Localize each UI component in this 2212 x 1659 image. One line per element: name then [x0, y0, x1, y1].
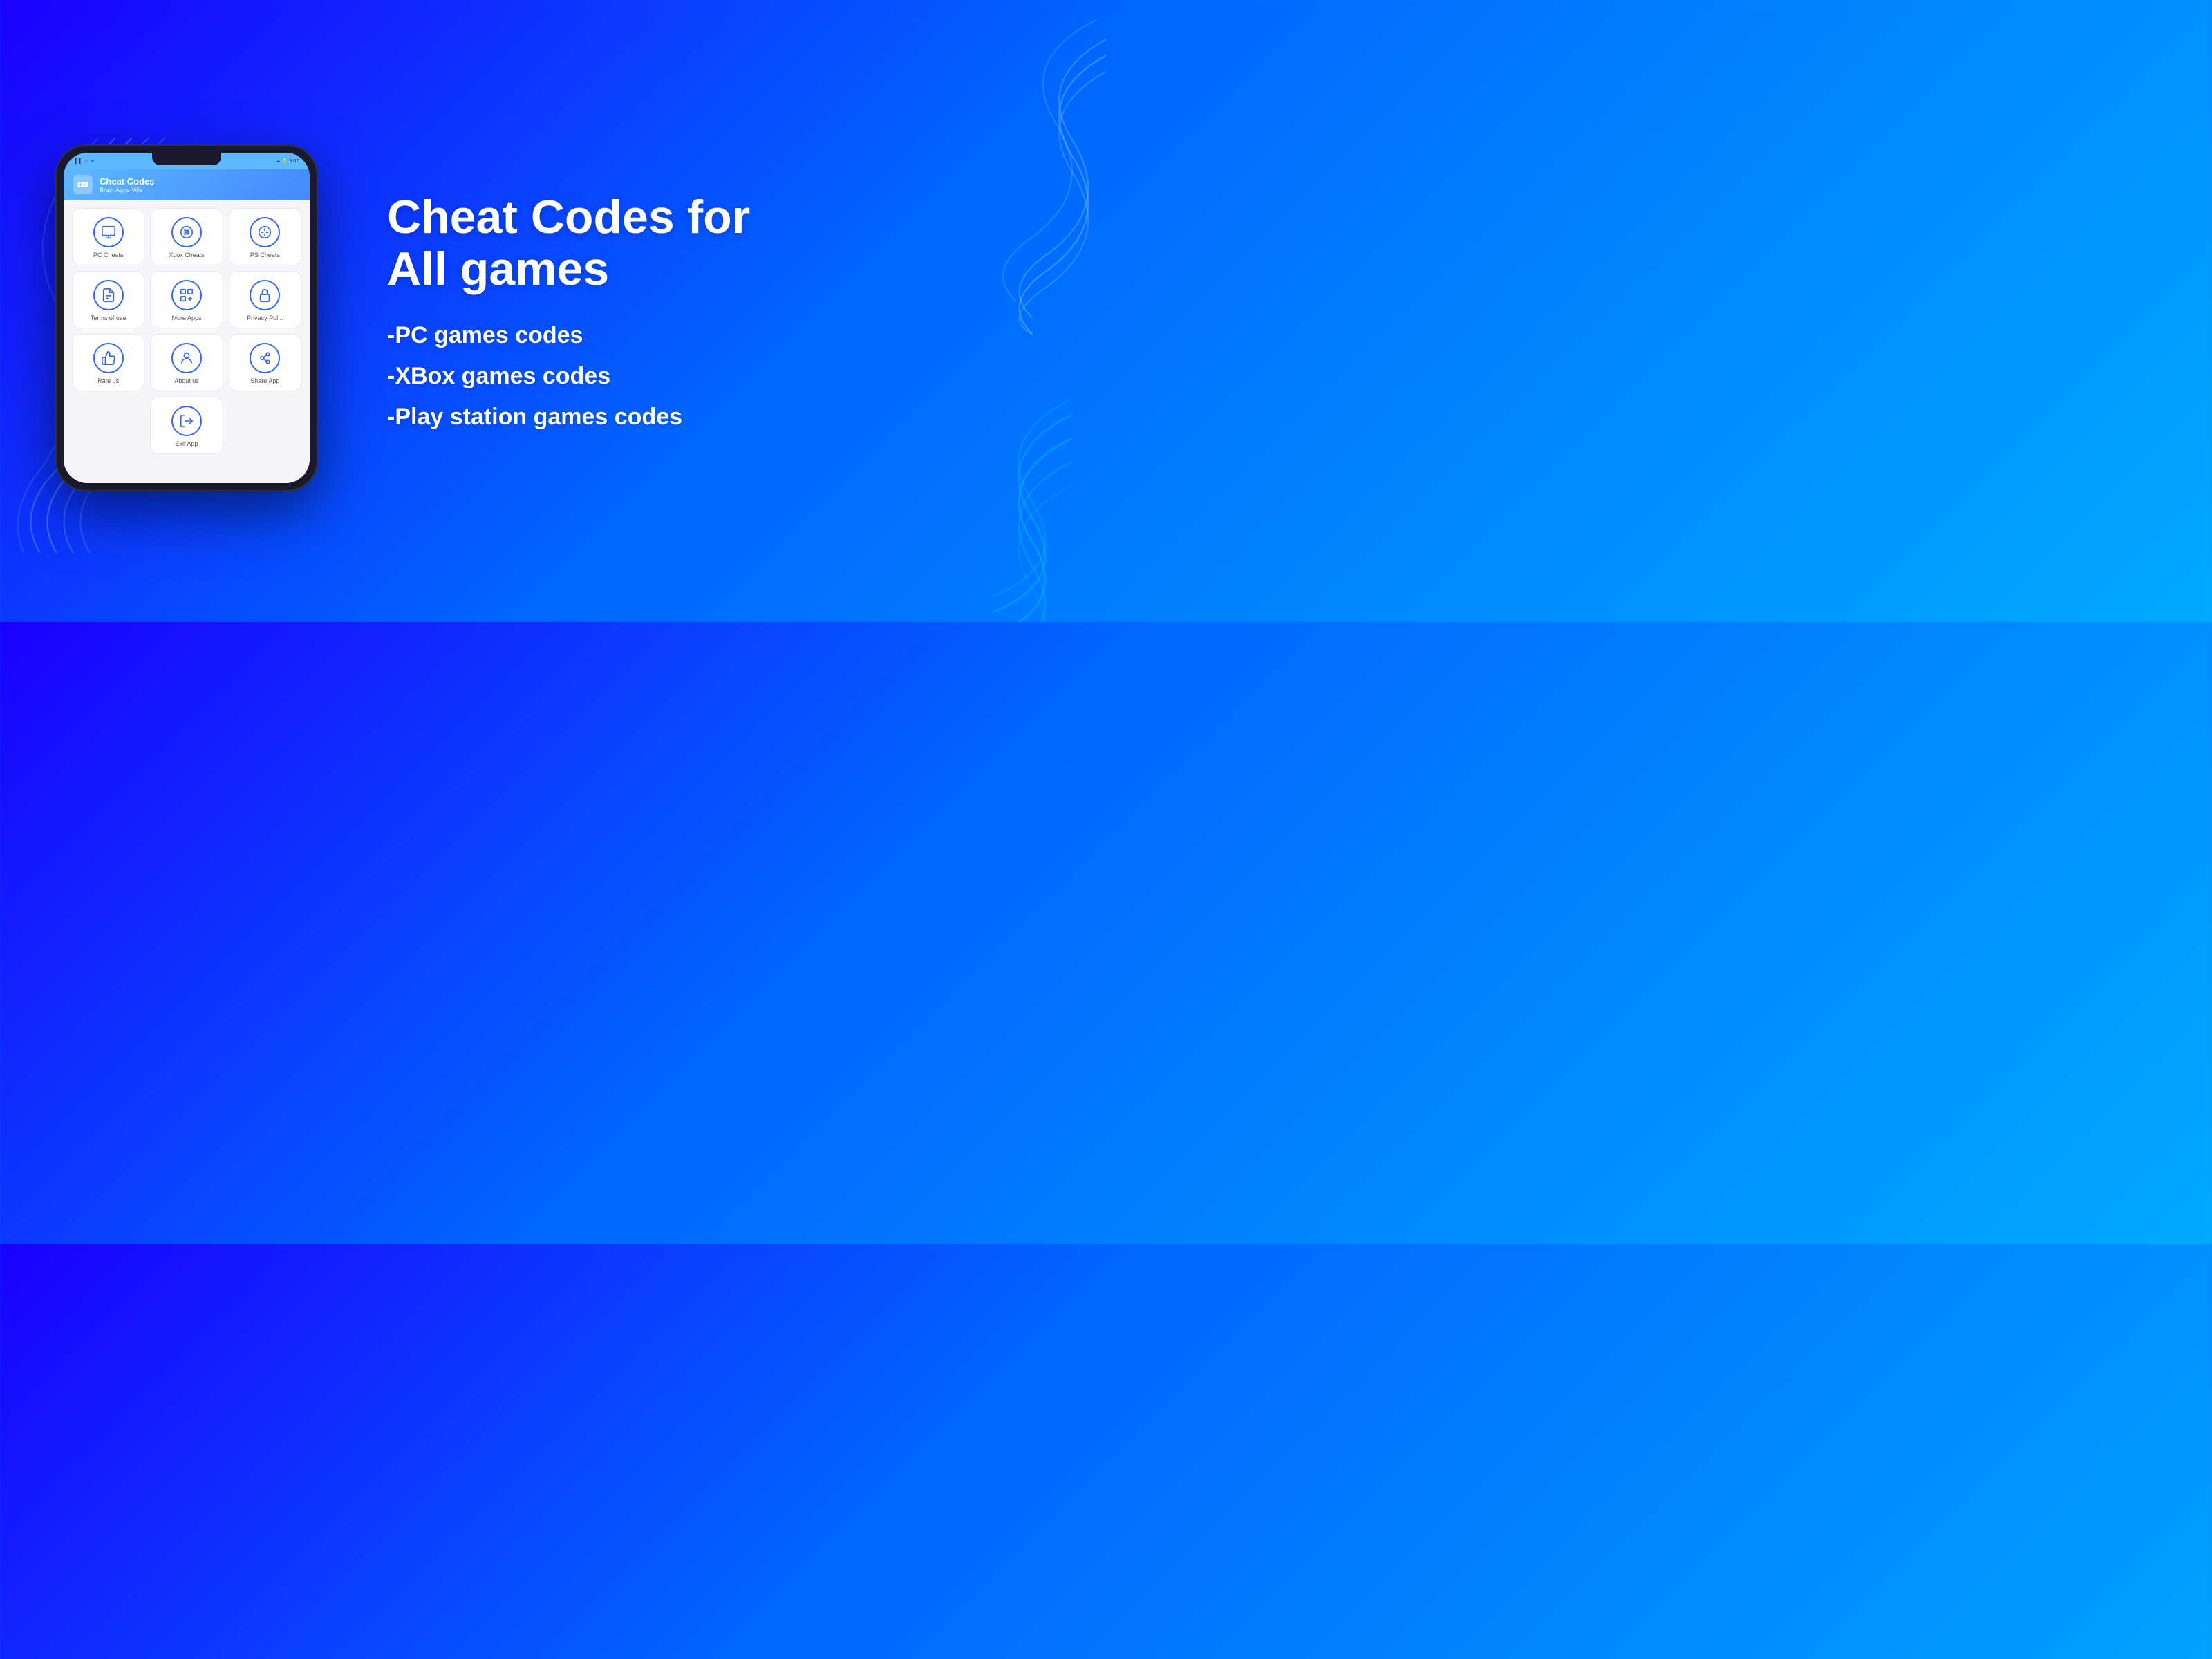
menu-item-more-apps[interactable]: More Apps: [150, 271, 223, 328]
feature-list: -PC games codes -XBox games codes -Play …: [387, 322, 1051, 431]
more-apps-label: More Apps: [171, 315, 201, 322]
pc-cheats-label: PC Cheats: [93, 252, 124, 259]
status-bar-right: ☁ 🔋 9:07: [276, 158, 299, 164]
phone-mockup: ▌▌ ⌂ ≋ ☁ 🔋 9:07 Cheat Codes: [55, 144, 318, 491]
app-header: Cheat Codes Brain Apps Ville: [64, 169, 310, 200]
menu-item-terms[interactable]: Terms of use: [72, 271, 144, 328]
menu-item-rate-us[interactable]: Rate us: [72, 334, 144, 391]
share-app-icon: [250, 343, 280, 373]
status-bar-left: ▌▌ ⌂ ≋: [75, 158, 95, 164]
xbox-cheats-icon: [171, 217, 202, 247]
phone-notch: [152, 153, 221, 165]
main-headline: Cheat Codes for All games: [387, 191, 1051, 295]
text-section: Cheat Codes for All games -PC games code…: [373, 191, 1051, 431]
phone-outer-shell: ▌▌ ⌂ ≋ ☁ 🔋 9:07 Cheat Codes: [55, 144, 318, 491]
signal-icons: ▌▌ ⌂ ≋: [75, 158, 95, 164]
menu-item-share-app[interactable]: Share App: [229, 334, 301, 391]
about-us-label: About us: [174, 377, 199, 385]
phone-screen: ▌▌ ⌂ ≋ ☁ 🔋 9:07 Cheat Codes: [64, 153, 310, 482]
menu-item-privacy[interactable]: Privacy Pol...: [229, 271, 301, 328]
terms-label: Terms of use: [91, 315, 126, 322]
ps-cheats-label: PS Cheats: [250, 252, 280, 259]
exit-app-label: Exit App: [175, 440, 198, 448]
app-title: Cheat Codes: [100, 176, 154, 187]
menu-item-exit-app[interactable]: Exit App: [150, 397, 223, 454]
app-header-text: Cheat Codes Brain Apps Ville: [100, 176, 154, 194]
rate-us-icon: [93, 343, 124, 373]
menu-item-ps-cheats[interactable]: PS Cheats: [229, 208, 301, 265]
main-layout: ▌▌ ⌂ ≋ ☁ 🔋 9:07 Cheat Codes: [0, 0, 1106, 622]
privacy-label: Privacy Pol...: [247, 315, 283, 322]
pc-cheats-icon: [93, 217, 124, 247]
ps-cheats-icon: [250, 217, 280, 247]
about-us-icon: [171, 343, 202, 373]
menu-item-pc-cheats[interactable]: PC Cheats: [72, 208, 144, 265]
exit-app-icon: [171, 406, 202, 436]
headline-line2: All games: [387, 243, 609, 295]
feature-pc: -PC games codes: [387, 322, 1051, 349]
app-header-icon: [73, 175, 93, 194]
phone-bottom-area: [64, 462, 310, 483]
terms-icon: [93, 280, 124, 310]
xbox-cheats-label: Xbox Cheats: [169, 252, 205, 259]
battery-time-icons: ☁ 🔋 9:07: [276, 158, 299, 164]
rate-us-label: Rate us: [97, 377, 119, 385]
feature-ps: -Play station games codes: [387, 404, 1051, 431]
privacy-icon: [250, 280, 280, 310]
more-apps-icon: [171, 280, 202, 310]
menu-item-about-us[interactable]: About us: [150, 334, 223, 391]
headline-line1: Cheat Codes for: [387, 191, 750, 243]
menu-grid: PC Cheats Xbox Cheats: [64, 200, 310, 462]
share-app-label: Share App: [250, 377, 279, 385]
menu-item-xbox-cheats[interactable]: Xbox Cheats: [150, 208, 223, 265]
feature-xbox: -XBox games codes: [387, 363, 1051, 390]
app-subtitle: Brain Apps Ville: [100, 187, 154, 194]
